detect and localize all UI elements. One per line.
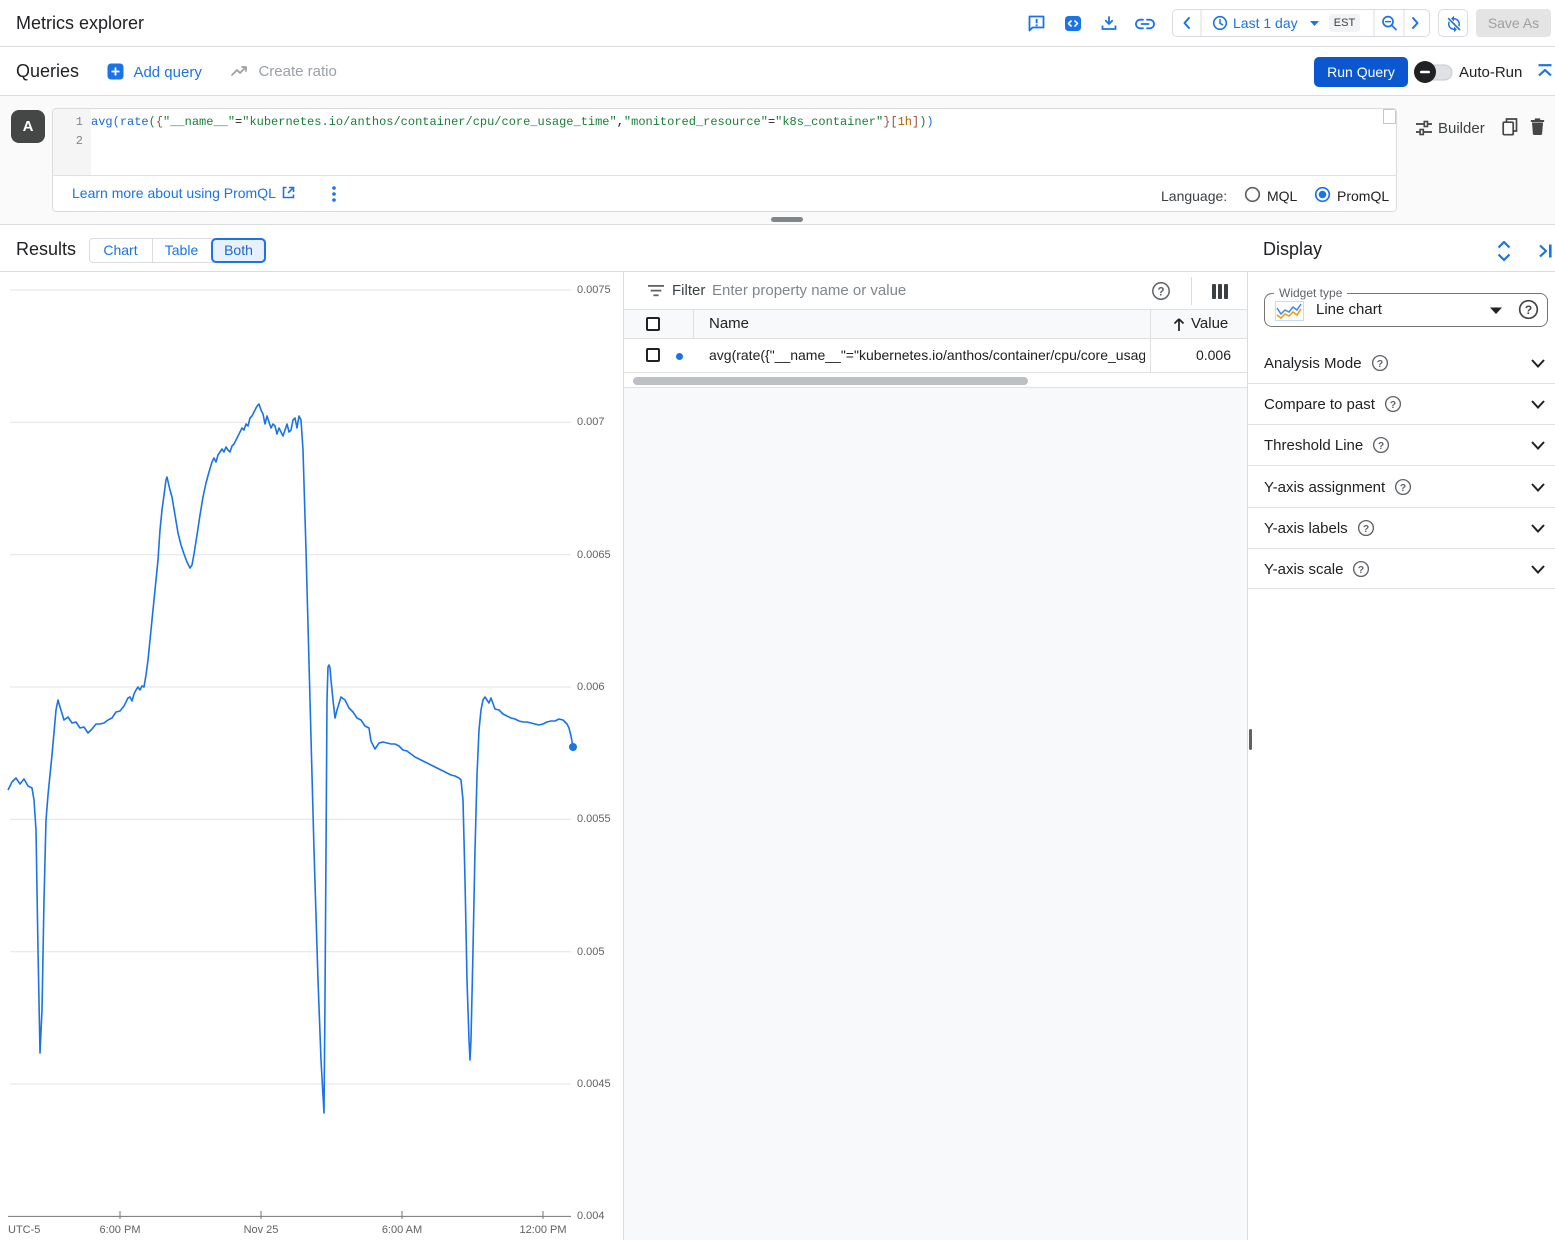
svg-text:?: ?	[1157, 286, 1164, 298]
svg-text:?: ?	[1525, 303, 1532, 317]
svg-text:?: ?	[1400, 483, 1406, 494]
svg-text:?: ?	[1390, 400, 1396, 411]
svg-text:?: ?	[1358, 565, 1364, 576]
svg-text:?: ?	[1376, 359, 1382, 370]
svg-text:?: ?	[1363, 524, 1369, 535]
svg-text:?: ?	[1378, 441, 1384, 452]
